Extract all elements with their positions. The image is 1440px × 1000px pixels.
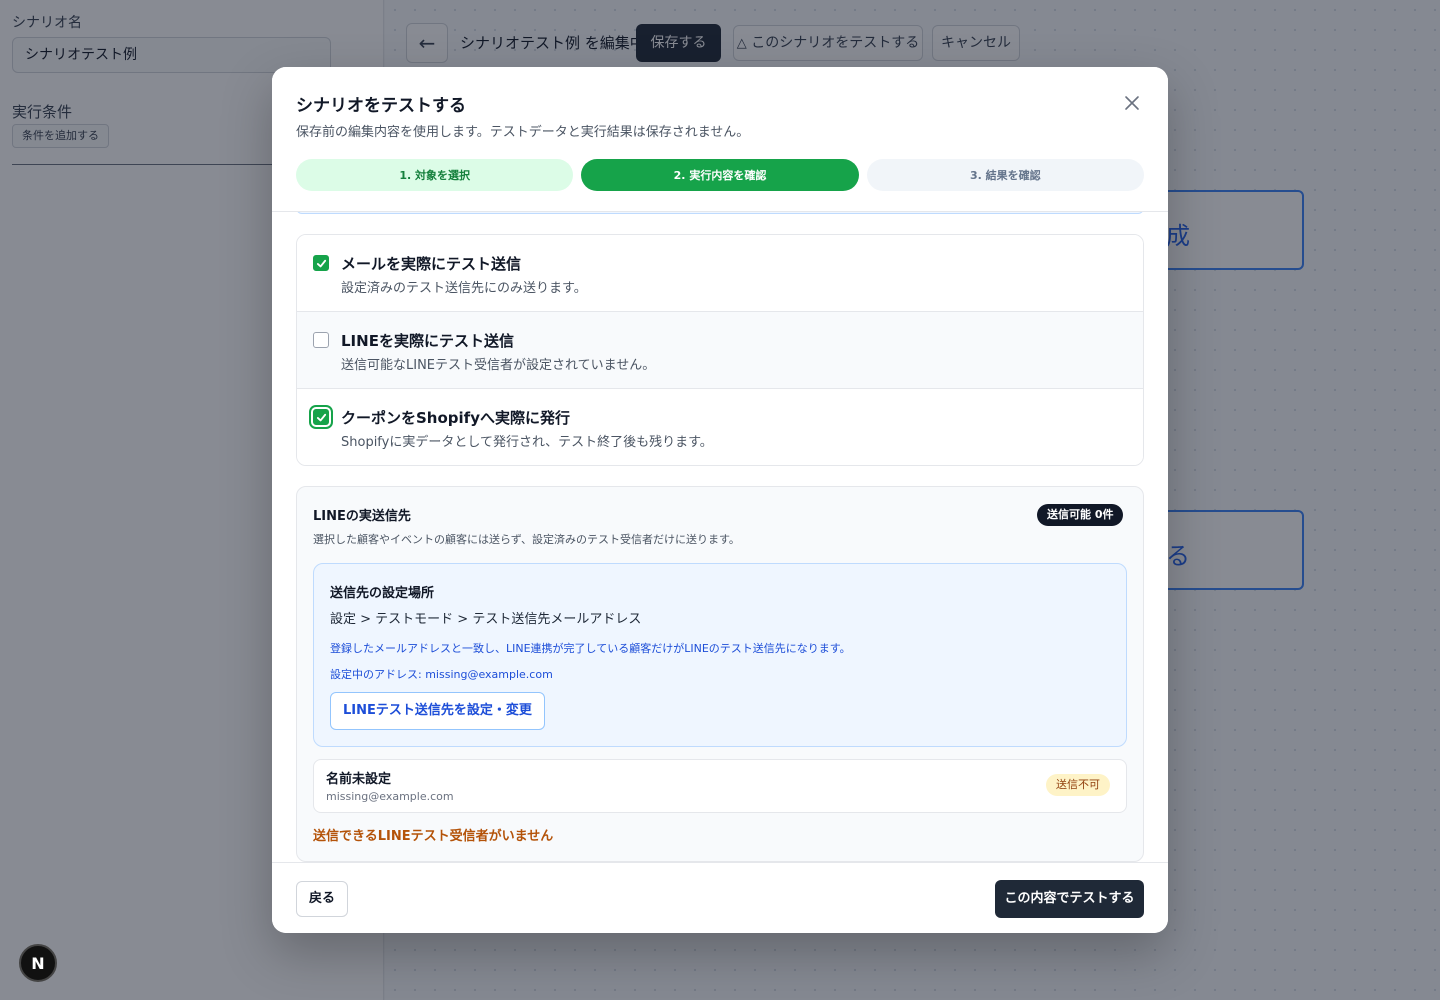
configure-line-recipient-button[interactable]: LINEテスト送信先を設定・変更	[330, 692, 545, 730]
step-indicator: 1. 対象を選択 2. 実行内容を確認 3. 結果を確認	[296, 159, 1144, 191]
email-send-checkbox[interactable]	[313, 255, 329, 271]
modal-subtitle: 保存前の編集内容を使用します。テストデータと実行結果は保存されません。	[296, 125, 750, 140]
recipient-email: missing@example.com	[326, 790, 454, 803]
option-title: メールを実際にテスト送信	[341, 255, 522, 273]
line-send-checkbox[interactable]	[313, 332, 329, 348]
step-confirm-execution[interactable]: 2. 実行内容を確認	[581, 159, 859, 191]
current-address-value: missing@example.com	[425, 668, 553, 681]
check-icon	[316, 413, 326, 421]
close-button[interactable]	[1120, 91, 1144, 115]
next-logo-icon[interactable]: N	[19, 944, 57, 982]
no-recipient-warning: 送信できるLINEテスト受信者がいません	[313, 829, 554, 844]
previous-section-card	[296, 212, 1144, 214]
close-icon	[1125, 96, 1139, 110]
info-description: 登録したメールアドレスと一致し、LINE連携が完了している顧客だけがLINEのテ…	[330, 642, 851, 655]
current-address-row: 設定中のアドレス: missing@example.com	[330, 666, 553, 682]
current-address-label: 設定中のアドレス:	[330, 668, 422, 681]
check-icon	[316, 259, 326, 267]
line-recipients-description: 選択した顧客やイベントの顧客には送らず、設定済みのテスト受信者だけに送ります。	[313, 533, 740, 546]
shopify-coupon-checkbox[interactable]	[313, 409, 329, 425]
recipient-row: 名前未設定 missing@example.com 送信不可	[313, 759, 1127, 813]
execution-options: メールを実際にテスト送信 設定済みのテスト送信先にのみ送ります。 LINEを実際…	[296, 234, 1144, 466]
line-recipients-card: LINEの実送信先 選択した顧客やイベントの顧客には送らず、設定済みのテスト受信…	[296, 486, 1144, 862]
modal-body[interactable]: メールを実際にテスト送信 設定済みのテスト送信先にのみ送ります。 LINEを実際…	[272, 212, 1168, 862]
step-check-result: 3. 結果を確認	[866, 159, 1144, 191]
option-description: 送信可能なLINEテスト受信者が設定されていません。	[341, 358, 656, 373]
recipient-settings-info: 送信先の設定場所 設定 > テストモード > テスト送信先メールアドレス 登録し…	[313, 563, 1127, 747]
step-select-target[interactable]: 1. 対象を選択	[296, 159, 574, 191]
run-test-button[interactable]: この内容でテストする	[995, 880, 1144, 918]
modal-footer: 戻る この内容でテストする	[272, 862, 1168, 933]
sendable-count-badge: 送信可能 0件	[1037, 504, 1124, 526]
modal-header: シナリオをテストする 保存前の編集内容を使用します。テストデータと実行結果は保存…	[272, 67, 1168, 212]
option-description: 設定済みのテスト送信先にのみ送ります。	[341, 281, 587, 296]
recipient-status-badge: 送信不可	[1046, 774, 1110, 796]
recipient-name: 名前未設定	[326, 772, 392, 787]
back-button[interactable]: 戻る	[296, 881, 349, 917]
modal-title: シナリオをテストする	[296, 96, 466, 116]
option-email-send[interactable]: メールを実際にテスト送信 設定済みのテスト送信先にのみ送ります。	[297, 235, 1143, 312]
line-recipients-title: LINEの実送信先	[313, 509, 411, 524]
option-title: LINEを実際にテスト送信	[341, 332, 514, 350]
info-title: 送信先の設定場所	[330, 586, 435, 601]
test-scenario-modal: シナリオをテストする 保存前の編集内容を使用します。テストデータと実行結果は保存…	[272, 67, 1168, 933]
option-title: クーポンをShopifyへ実際に発行	[341, 409, 570, 427]
option-line-send: LINEを実際にテスト送信 送信可能なLINEテスト受信者が設定されていません。	[297, 312, 1143, 389]
option-description: Shopifyに実データとして発行され、テスト終了後も残ります。	[341, 435, 713, 450]
settings-path: 設定 > テストモード > テスト送信先メールアドレス	[330, 612, 642, 627]
option-shopify-coupon[interactable]: クーポンをShopifyへ実際に発行 Shopifyに実データとして発行され、テ…	[297, 389, 1143, 465]
